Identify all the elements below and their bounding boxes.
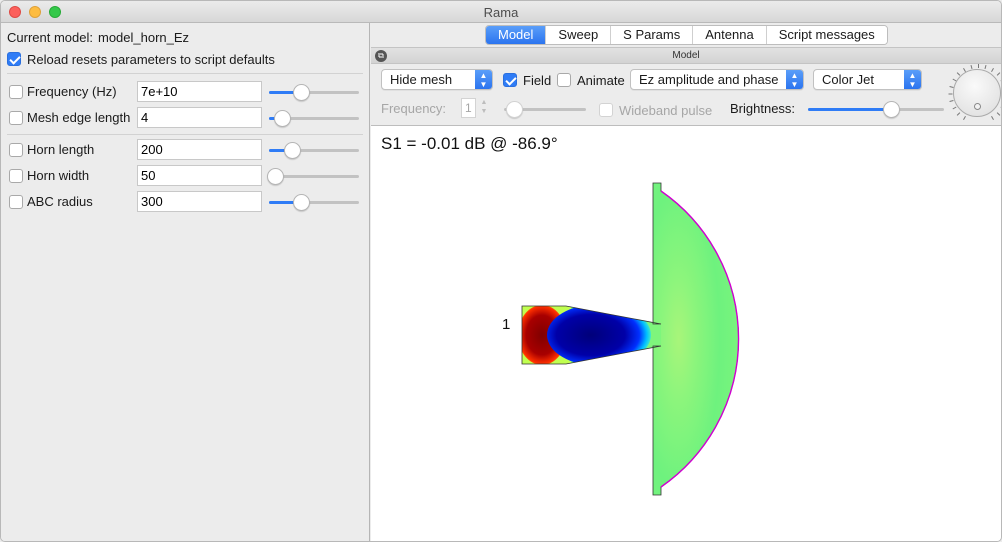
display-mode-value: Ez amplitude and phase	[639, 72, 779, 87]
dial-tick	[978, 64, 979, 68]
tab-bar: Model Sweep S Params Antenna Script mess…	[485, 25, 888, 45]
dial-tick	[949, 85, 954, 88]
separator	[7, 73, 363, 74]
slider-knob[interactable]	[267, 168, 285, 185]
field-toggle[interactable]: Field	[503, 70, 551, 90]
dial-tick	[991, 67, 994, 72]
separator	[7, 134, 363, 135]
tab-s-params[interactable]: S Params	[610, 26, 693, 44]
wideband-label: Wideband pulse	[619, 102, 713, 118]
frequency-input[interactable]: 1	[461, 98, 476, 118]
model-view[interactable]: S1 = -0.01 dB @ -86.9° 1	[371, 125, 1001, 541]
tab-model[interactable]: Model	[486, 26, 546, 44]
dial-tick	[970, 64, 973, 70]
rotation-dial[interactable]	[948, 64, 1001, 121]
tab-sweep[interactable]: Sweep	[545, 26, 611, 44]
slider-knob[interactable]	[506, 101, 523, 118]
colormap-select[interactable]: Color Jet ▲ ▼	[813, 69, 922, 90]
frequency-label: Frequency:	[381, 101, 447, 116]
animate-label: Animate	[577, 72, 625, 88]
dial-tick	[996, 72, 1001, 76]
field-plot	[521, 182, 740, 496]
tab-script-messages[interactable]: Script messages	[765, 26, 887, 44]
current-model-value: model_horn_Ez	[97, 29, 190, 45]
param-mesh-edge-length-label: Mesh edge length	[27, 110, 131, 125]
dock-title-bar: ⧉ Model	[371, 47, 1001, 64]
horn-field	[522, 306, 651, 364]
main-area: Model Sweep S Params Antenna Script mess…	[371, 23, 1001, 541]
frequency-stepper[interactable]: ▲ ▼	[479, 98, 489, 118]
param-horn-length-checkbox[interactable]	[9, 143, 23, 157]
model-toolbar: Hide mesh ▲ ▼ Field Animate Ez amplitude …	[371, 64, 1001, 125]
param-abc-radius-input[interactable]	[137, 191, 262, 212]
slider-knob[interactable]	[882, 101, 900, 118]
slider-knob[interactable]	[292, 194, 310, 211]
chevron-updown-icon: ▲ ▼	[786, 70, 803, 89]
param-horn-width-checkbox[interactable]	[9, 169, 23, 183]
field-checkbox[interactable]	[503, 73, 517, 87]
app-window: Rama Current model: model_horn_Ez Reload…	[0, 0, 1002, 542]
dial-tick	[956, 72, 961, 76]
reload-defaults-checkbox[interactable]	[7, 52, 21, 66]
param-horn-width-input[interactable]	[137, 165, 262, 186]
param-mesh-edge-length-input[interactable]	[137, 107, 262, 128]
param-frequency-slider[interactable]	[269, 84, 359, 101]
tab-antenna[interactable]: Antenna	[692, 26, 766, 44]
param-frequency-label: Frequency (Hz)	[27, 84, 117, 99]
dial-indicator	[974, 103, 981, 110]
wideband-checkbox[interactable]	[599, 103, 613, 117]
animate-checkbox[interactable]	[557, 73, 571, 87]
param-horn-width-label: Horn width	[27, 168, 90, 183]
dial-tick	[963, 67, 966, 72]
frequency-slider[interactable]	[504, 101, 586, 118]
chevron-updown-icon: ▲ ▼	[904, 70, 921, 89]
brightness-slider[interactable]	[808, 101, 944, 118]
current-model-label: Current model:	[7, 29, 93, 45]
radiation-domain	[653, 183, 739, 495]
dial-tick	[952, 106, 957, 110]
dial-tick	[996, 112, 1001, 116]
display-mode-select[interactable]: Ez amplitude and phase ▲ ▼	[630, 69, 804, 90]
brightness-label: Brightness:	[730, 101, 796, 116]
chevron-updown-icon: ▲ ▼	[475, 70, 492, 89]
param-frequency-checkbox[interactable]	[9, 85, 23, 99]
slider-knob[interactable]	[283, 142, 301, 159]
wideband-toggle[interactable]: Wideband pulse	[599, 100, 712, 120]
dial-tick	[948, 93, 953, 95]
window-title: Rama	[483, 5, 519, 20]
parameters-panel: Current model: model_horn_Ez Reload rese…	[1, 23, 370, 541]
dial-tick	[991, 116, 994, 121]
param-abc-radius-label: ABC radius	[27, 194, 93, 209]
mesh-select[interactable]: Hide mesh ▲ ▼	[381, 69, 493, 90]
param-horn-length-input[interactable]	[137, 139, 262, 160]
param-abc-radius-slider[interactable]	[269, 194, 359, 211]
param-horn-length-label: Horn length	[27, 142, 95, 157]
current-model-row: Current model: model_horn_Ez	[7, 26, 189, 48]
dial-tick	[956, 112, 961, 116]
colormap-value: Color Jet	[822, 72, 875, 87]
dial-tick	[963, 116, 966, 121]
reload-defaults-label: Reload resets parameters to script defau…	[27, 51, 275, 67]
param-horn-length-slider[interactable]	[269, 142, 359, 159]
dial-tick	[984, 64, 987, 70]
param-frequency-input[interactable]	[137, 81, 262, 102]
title-bar: Rama	[1, 1, 1001, 23]
reload-defaults-row[interactable]: Reload resets parameters to script defau…	[7, 48, 275, 70]
slider-knob[interactable]	[273, 110, 291, 127]
dial-tick	[952, 78, 957, 82]
dock-title: Model	[672, 50, 700, 61]
mesh-select-value: Hide mesh	[390, 72, 453, 87]
animate-toggle[interactable]: Animate	[557, 70, 625, 90]
param-horn-width-slider[interactable]	[267, 168, 359, 185]
slider-knob[interactable]	[292, 84, 310, 101]
param-mesh-edge-length-slider[interactable]	[269, 110, 359, 127]
param-abc-radius-checkbox[interactable]	[9, 195, 23, 209]
dial-tick	[949, 100, 954, 103]
param-mesh-edge-length-checkbox[interactable]	[9, 111, 23, 125]
field-label: Field	[523, 72, 552, 88]
